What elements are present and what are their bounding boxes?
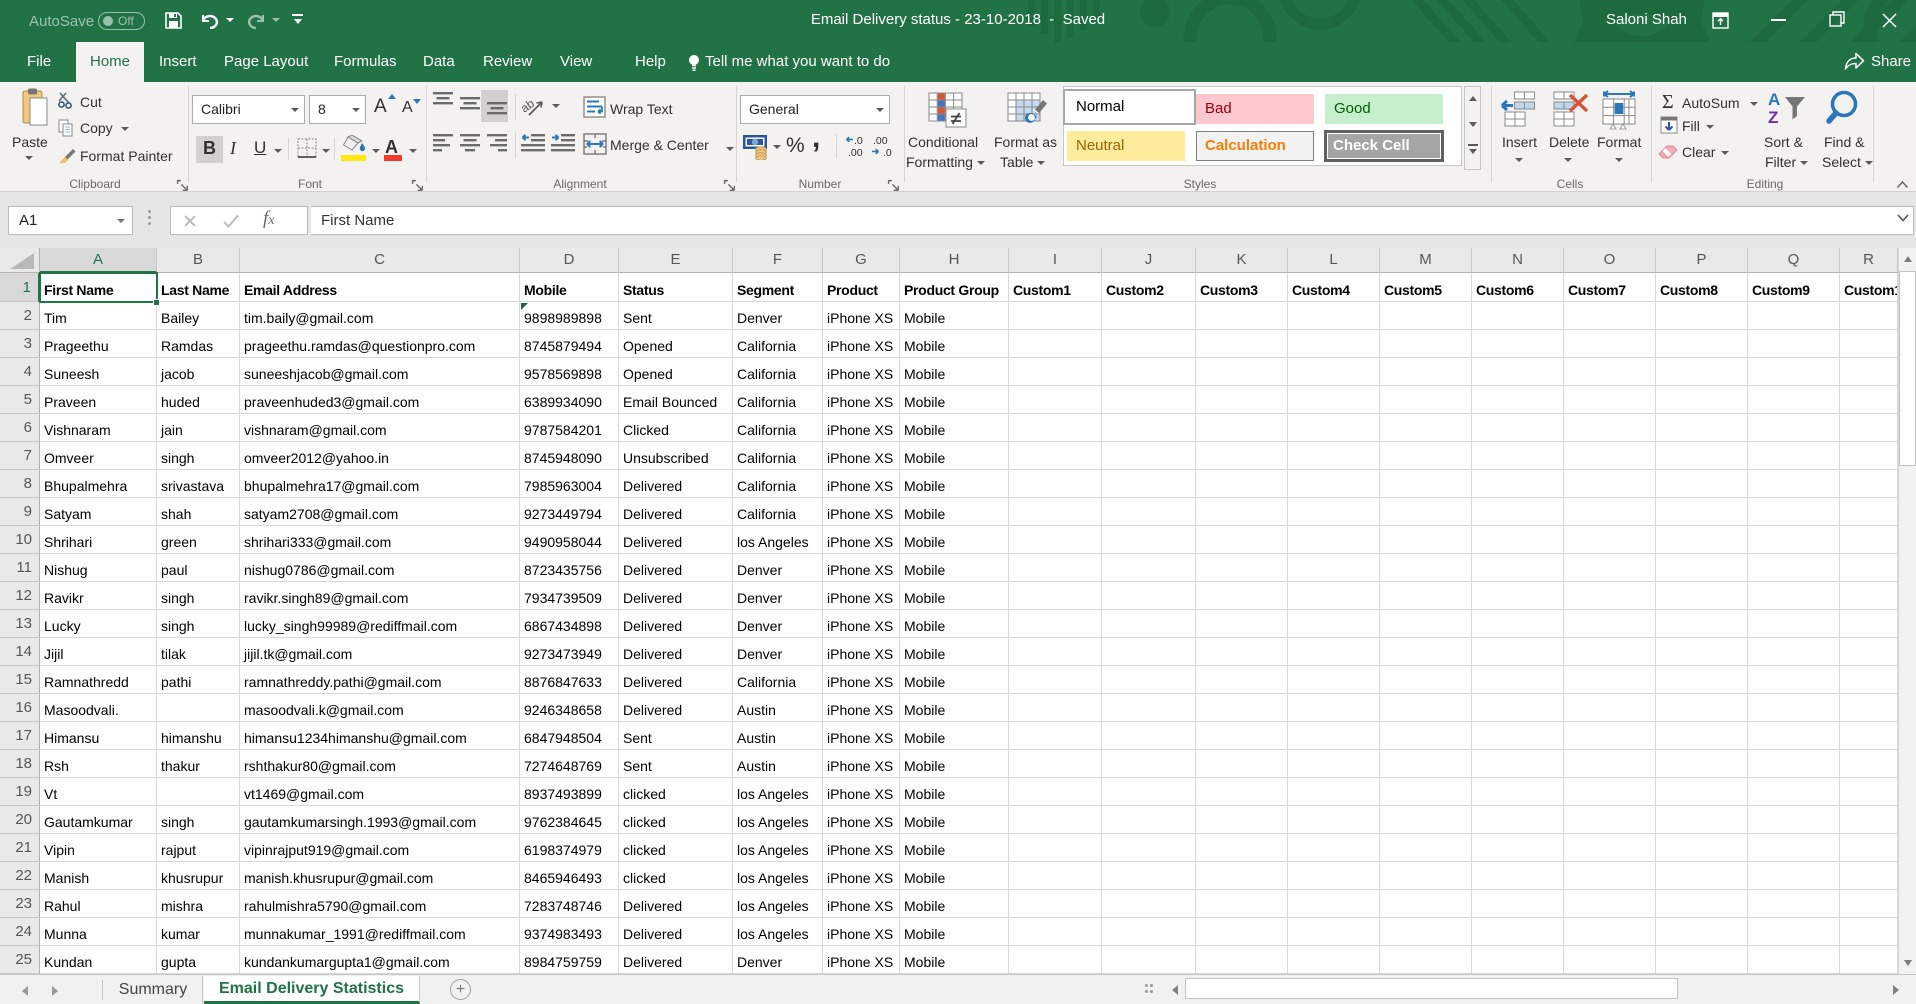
svg-text:A: A [1768, 90, 1780, 109]
svg-text:.0: .0 [854, 135, 863, 147]
svg-text:ab: ab [522, 96, 537, 115]
svg-text:.00: .00 [873, 135, 888, 147]
svg-text:.00: .00 [848, 147, 863, 159]
svg-text:Z: Z [1768, 108, 1778, 127]
svg-text:.0: .0 [883, 147, 892, 159]
